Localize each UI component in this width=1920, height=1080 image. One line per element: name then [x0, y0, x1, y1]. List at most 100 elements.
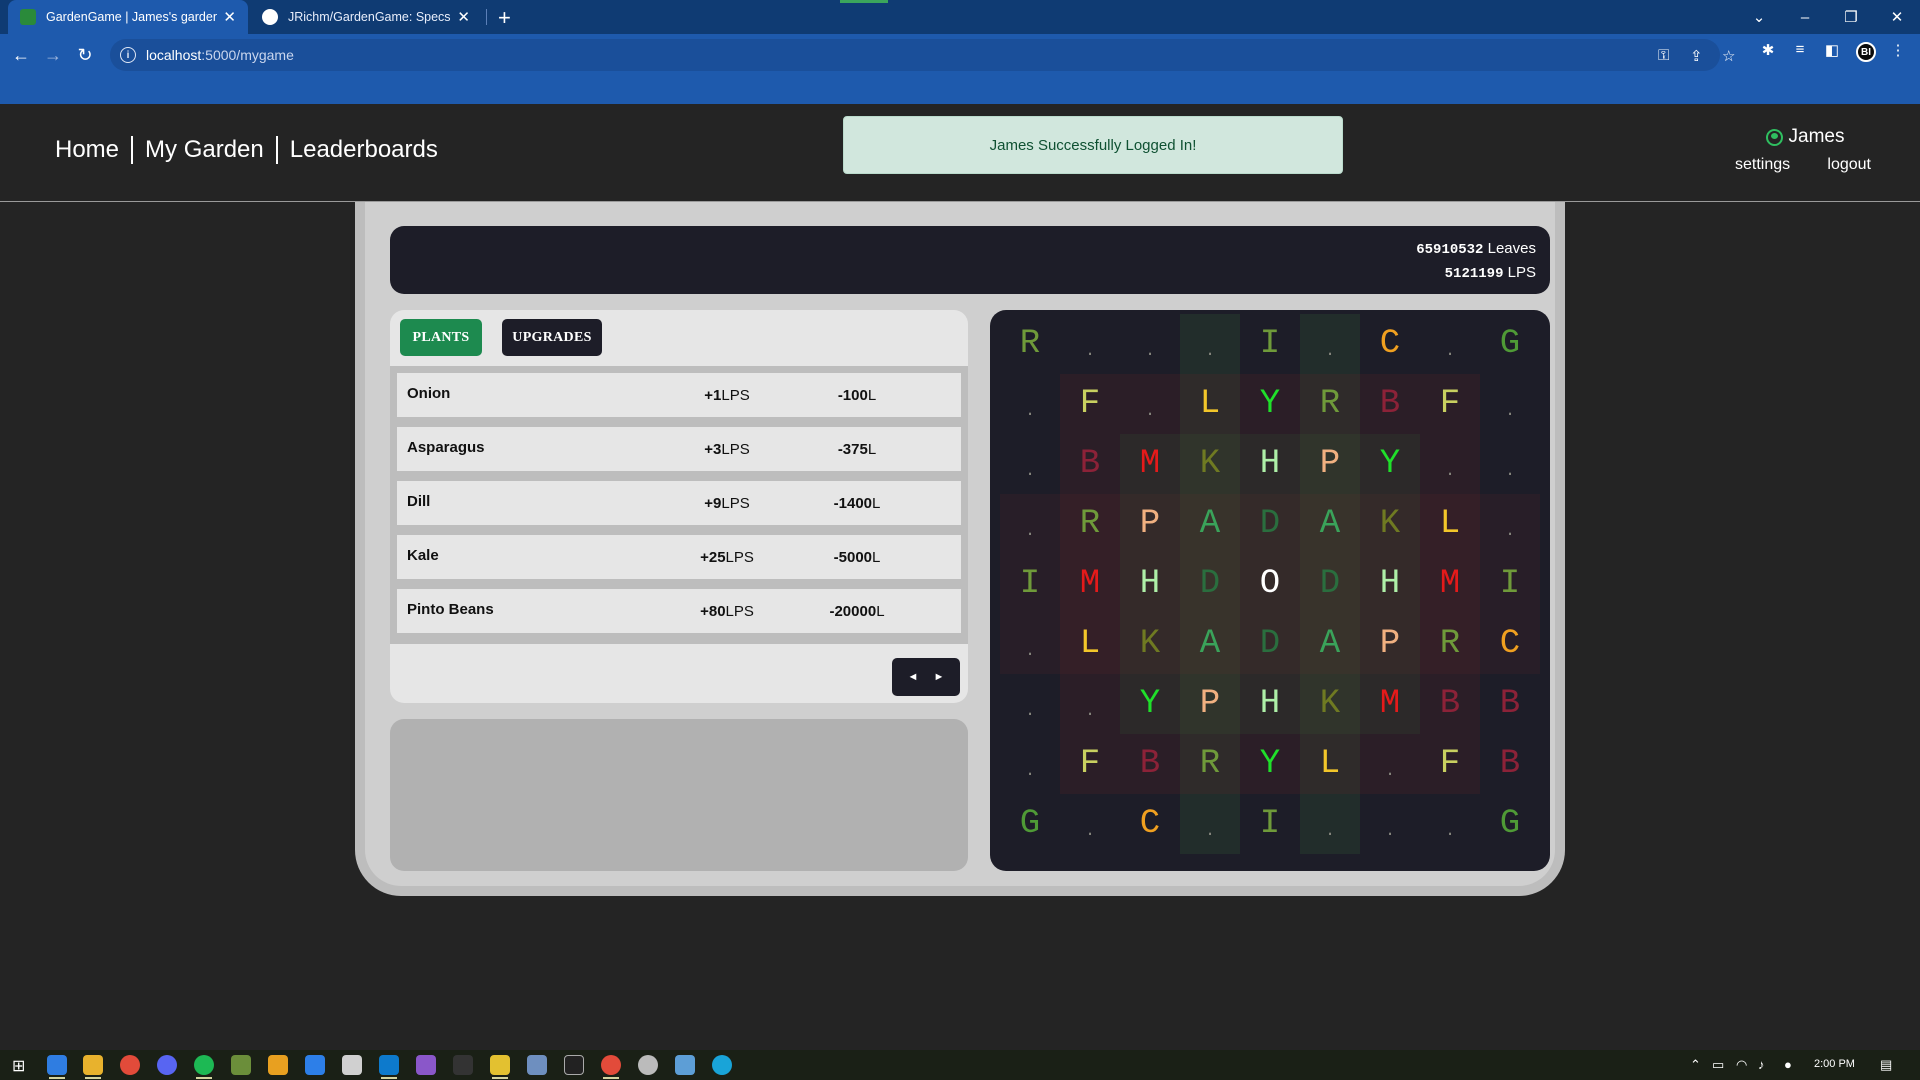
new-tab-icon[interactable]: +: [498, 5, 511, 31]
garden-plant[interactable]: Y: [1360, 434, 1420, 494]
terminal-icon[interactable]: [453, 1055, 473, 1075]
garden-plant[interactable]: B: [1060, 434, 1120, 494]
empty-plot[interactable]: .: [1360, 734, 1420, 794]
app-icon[interactable]: [305, 1055, 325, 1075]
side-panel-icon[interactable]: ◧: [1822, 41, 1842, 59]
empty-plot[interactable]: .: [1060, 314, 1120, 374]
garden-plant[interactable]: O: [1240, 554, 1300, 614]
empty-plot[interactable]: .: [1000, 374, 1060, 434]
volume-icon[interactable]: ♪: [1758, 1057, 1765, 1072]
notepad-icon[interactable]: [675, 1055, 695, 1075]
garden-plant[interactable]: C: [1120, 794, 1180, 854]
garden-plant[interactable]: M: [1060, 554, 1120, 614]
garden-plant[interactable]: R: [1300, 374, 1360, 434]
garden-plant[interactable]: B: [1120, 734, 1180, 794]
garden-plant[interactable]: F: [1420, 734, 1480, 794]
empty-plot[interactable]: .: [1300, 794, 1360, 854]
garden-plant[interactable]: B: [1480, 674, 1540, 734]
close-window-icon[interactable]: ✕: [1874, 0, 1920, 34]
chrome-active-icon[interactable]: [601, 1055, 621, 1075]
garden-plant[interactable]: H: [1120, 554, 1180, 614]
plant-item-kale[interactable]: Kale +25LPS -5000L: [397, 535, 961, 579]
site-info-icon[interactable]: i: [120, 47, 136, 63]
garden-plant[interactable]: A: [1180, 614, 1240, 674]
garden-plant[interactable]: C: [1360, 314, 1420, 374]
empty-plot[interactable]: .: [1420, 314, 1480, 374]
plant-item-pinto-beans[interactable]: Pinto Beans +80LPS -20000L: [397, 589, 961, 633]
garden-plant[interactable]: P: [1360, 614, 1420, 674]
empty-plot[interactable]: .: [1000, 434, 1060, 494]
garden-plant[interactable]: M: [1120, 434, 1180, 494]
user-name-row[interactable]: James: [1735, 126, 1875, 148]
bookmark-star-icon[interactable]: ☆: [1722, 47, 1735, 65]
chrome-icon[interactable]: [120, 1055, 140, 1075]
nav-leaderboards-link[interactable]: Leaderboards: [290, 136, 438, 164]
garden-plant[interactable]: H: [1240, 434, 1300, 494]
wifi-icon[interactable]: ◠: [1736, 1057, 1747, 1073]
garden-plant[interactable]: L: [1060, 614, 1120, 674]
minecraft-icon[interactable]: [231, 1055, 251, 1075]
garden-plant[interactable]: P: [1180, 674, 1240, 734]
garden-plant[interactable]: R: [1180, 734, 1240, 794]
nav-home-link[interactable]: Home: [55, 136, 119, 164]
app-icon[interactable]: [342, 1055, 362, 1075]
tab-search-icon[interactable]: ⌄: [1736, 0, 1782, 34]
empty-plot[interactable]: .: [1180, 314, 1240, 374]
minimize-icon[interactable]: –: [1782, 0, 1828, 34]
empty-plot[interactable]: .: [1120, 314, 1180, 374]
tab-upgrades[interactable]: UPGRADES: [502, 319, 602, 356]
garden-plant[interactable]: K: [1120, 614, 1180, 674]
garden-plant[interactable]: I: [1000, 554, 1060, 614]
garden-plant[interactable]: D: [1300, 554, 1360, 614]
garden-plant[interactable]: K: [1300, 674, 1360, 734]
discord-icon[interactable]: [157, 1055, 177, 1075]
garden-plant[interactable]: D: [1180, 554, 1240, 614]
media-queue-icon[interactable]: ≡: [1790, 41, 1810, 58]
garden-plant[interactable]: B: [1420, 674, 1480, 734]
back-icon[interactable]: ←: [6, 40, 36, 70]
vscode-icon[interactable]: [379, 1055, 399, 1075]
empty-plot[interactable]: .: [1000, 614, 1060, 674]
tab-gardengame[interactable]: GardenGame | James's garden ✕: [8, 0, 248, 34]
spotify-icon[interactable]: [194, 1055, 214, 1075]
garden-plant[interactable]: H: [1240, 674, 1300, 734]
garden-plant[interactable]: L: [1180, 374, 1240, 434]
garden-plant[interactable]: A: [1300, 494, 1360, 554]
garden-plant[interactable]: D: [1240, 614, 1300, 674]
garden-plant[interactable]: C: [1480, 614, 1540, 674]
plant-item-asparagus[interactable]: Asparagus +3LPS -375L: [397, 427, 961, 471]
microphone-icon[interactable]: ●: [1784, 1057, 1792, 1072]
garden-plant[interactable]: G: [1000, 794, 1060, 854]
garden-plant[interactable]: G: [1480, 794, 1540, 854]
empty-plot[interactable]: .: [1480, 494, 1540, 554]
garden-plant[interactable]: M: [1360, 674, 1420, 734]
app-launcher-icon[interactable]: [268, 1055, 288, 1075]
plant-item-onion[interactable]: Onion +1LPS -100L: [397, 373, 961, 417]
garden-plant[interactable]: K: [1180, 434, 1240, 494]
tab-plants[interactable]: PLANTS: [400, 319, 482, 356]
nav-my-garden-link[interactable]: My Garden: [145, 136, 264, 164]
tab-github[interactable]: JRichm/GardenGame: Specs Cap ✕: [250, 0, 482, 34]
extensions-icon[interactable]: ✱: [1758, 41, 1778, 59]
garden-plant[interactable]: B: [1360, 374, 1420, 434]
forward-icon[interactable]: →: [38, 40, 68, 70]
share-icon[interactable]: ⇪: [1690, 47, 1703, 65]
garden-plant[interactable]: Y: [1120, 674, 1180, 734]
notifications-icon[interactable]: ▤: [1880, 1057, 1892, 1073]
address-bar[interactable]: i localhost:5000/mygame ⚿ ⇪ ☆: [110, 39, 1735, 71]
taskbar-clock[interactable]: 2:00 PM: [1814, 1058, 1855, 1070]
garden-plant[interactable]: Y: [1240, 374, 1300, 434]
empty-plot[interactable]: .: [1300, 314, 1360, 374]
empty-plot[interactable]: .: [1060, 674, 1120, 734]
close-tab-icon[interactable]: ✕: [223, 8, 236, 26]
key-icon[interactable]: ⚿: [1658, 47, 1669, 64]
empty-plot[interactable]: .: [1180, 794, 1240, 854]
reload-icon[interactable]: ↻: [70, 40, 100, 70]
prev-page-icon[interactable]: ◄: [908, 671, 919, 683]
empty-plot[interactable]: .: [1000, 494, 1060, 554]
garden-plant[interactable]: A: [1180, 494, 1240, 554]
empty-plot[interactable]: .: [1420, 794, 1480, 854]
logout-link[interactable]: logout: [1827, 156, 1871, 174]
garden-plant[interactable]: M: [1420, 554, 1480, 614]
app-icon[interactable]: [490, 1055, 510, 1075]
